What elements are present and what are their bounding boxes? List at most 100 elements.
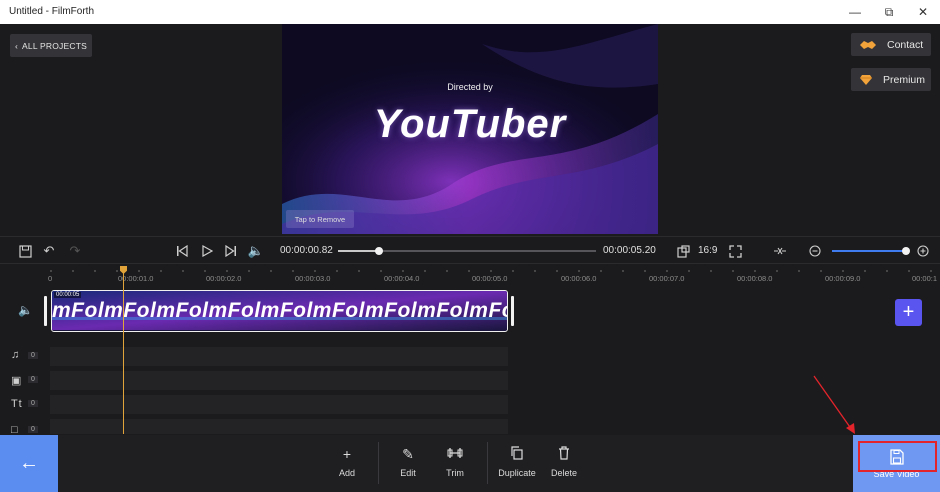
player-controls: ↶ ↷ 🔈 00:00:00.82 00:00:05.20 16:9 bbox=[0, 236, 940, 264]
split-icon[interactable] bbox=[771, 242, 789, 260]
handshake-icon bbox=[860, 40, 876, 49]
close-icon[interactable]: ✕ bbox=[906, 0, 940, 24]
ruler-tick bbox=[270, 270, 272, 272]
edit-icon: ✎ bbox=[402, 446, 414, 462]
add-button[interactable]: + Add bbox=[322, 446, 372, 486]
fullscreen-icon[interactable] bbox=[726, 242, 744, 260]
all-projects-label: ALL PROJECTS bbox=[22, 40, 87, 51]
directed-by-text: Directed by bbox=[447, 82, 493, 92]
duplicate-button[interactable]: Duplicate bbox=[492, 446, 542, 486]
ruler-label: 00:00:07.0 bbox=[649, 274, 685, 283]
ruler-tick bbox=[688, 270, 690, 272]
ruler-tick bbox=[776, 270, 778, 272]
clip-left-handle[interactable] bbox=[44, 296, 47, 326]
ruler-tick bbox=[72, 270, 74, 272]
save-icon[interactable] bbox=[16, 242, 34, 260]
ruler-tick bbox=[248, 270, 250, 272]
aspect-ratio[interactable]: 16:9 bbox=[698, 245, 717, 256]
preview-headline: YouTuber bbox=[373, 102, 567, 146]
ruler-tick bbox=[50, 270, 52, 272]
ruler-label: 00:00:03.0 bbox=[295, 274, 331, 283]
minimize-icon[interactable]: — bbox=[838, 0, 872, 24]
annotation-highlight-box bbox=[858, 441, 937, 472]
ruler-tick bbox=[380, 270, 382, 272]
window-title: Untitled - FilmForth bbox=[9, 6, 95, 17]
edit-label: Edit bbox=[400, 468, 416, 478]
zoom-slider[interactable] bbox=[832, 247, 910, 255]
clip-right-handle[interactable] bbox=[511, 296, 514, 326]
ruler-tick bbox=[204, 270, 206, 272]
track-volume-icon[interactable]: 🔈 bbox=[18, 303, 33, 317]
music-track[interactable] bbox=[50, 347, 508, 366]
ruler-tick bbox=[842, 270, 844, 272]
maximize-icon[interactable]: ⧉ bbox=[872, 0, 906, 24]
sticker-icon[interactable]: ▣ bbox=[11, 374, 21, 387]
ruler-tick bbox=[468, 270, 470, 272]
playhead-line[interactable] bbox=[123, 268, 124, 434]
ruler-tick bbox=[644, 270, 646, 272]
diamond-icon bbox=[860, 74, 872, 85]
undo-icon[interactable]: ↶ bbox=[40, 242, 58, 260]
premium-button[interactable]: Premium bbox=[851, 68, 931, 91]
timeline-ruler[interactable]: 0 00:00:01.0 00:00:02.0 00:00:03.0 00:00… bbox=[0, 265, 940, 287]
zoom-out-icon[interactable] bbox=[806, 242, 824, 260]
trim-label: Trim bbox=[446, 468, 464, 478]
all-projects-button[interactable]: ‹ ALL PROJECTS bbox=[10, 34, 92, 57]
text-track[interactable] bbox=[50, 395, 508, 414]
trash-icon bbox=[558, 446, 570, 464]
ruler-tick bbox=[512, 270, 514, 272]
filmforth-window: Untitled - FilmForth — ⧉ ✕ ‹ ALL PROJECT… bbox=[0, 0, 940, 492]
trim-button[interactable]: Trim bbox=[430, 446, 480, 486]
delete-button[interactable]: Delete bbox=[539, 446, 589, 486]
ruler-label: 00:00:05.0 bbox=[472, 274, 508, 283]
ruler-tick bbox=[534, 270, 536, 272]
redo-icon[interactable]: ↷ bbox=[66, 242, 84, 260]
premium-label: Premium bbox=[883, 73, 926, 86]
ruler-tick bbox=[182, 270, 184, 272]
text-icon[interactable]: T t bbox=[11, 398, 22, 410]
seek-slider[interactable] bbox=[338, 247, 596, 255]
add-clip-button[interactable]: + bbox=[895, 299, 922, 326]
ruler-tick bbox=[578, 270, 580, 272]
subtitle-track-count: 0 bbox=[28, 426, 38, 433]
video-clip[interactable]: mFolmFolmFolmFolmFolmFolmFolmFolmFolmFol… bbox=[51, 290, 508, 332]
video-preview[interactable]: Directed by YouTuber Tap to Remove bbox=[282, 24, 658, 234]
music-icon[interactable]: ♫ bbox=[11, 349, 19, 361]
toolbar-divider bbox=[487, 442, 488, 484]
sticker-track-count: 0 bbox=[28, 376, 38, 383]
crop-icon[interactable] bbox=[674, 242, 692, 260]
ruler-tick bbox=[358, 270, 360, 272]
zoom-in-icon[interactable] bbox=[914, 242, 932, 260]
ruler-tick bbox=[864, 270, 866, 272]
arrow-left-icon: ← bbox=[19, 452, 39, 474]
volume-icon[interactable]: 🔈 bbox=[247, 242, 265, 260]
annotation-arrow bbox=[813, 375, 855, 434]
zoom-handle[interactable] bbox=[902, 247, 910, 255]
total-time: 00:00:05.20 bbox=[603, 245, 656, 256]
ruler-tick bbox=[820, 270, 822, 272]
subtitle-track[interactable] bbox=[50, 419, 508, 434]
ruler-label: 00:00:06.0 bbox=[561, 274, 597, 283]
ruler-tick bbox=[710, 270, 712, 272]
chevron-left-icon: ‹ bbox=[15, 40, 19, 51]
ruler-tick bbox=[556, 270, 558, 272]
ruler-label: 0 bbox=[48, 274, 53, 283]
current-time: 00:00:00.82 bbox=[280, 245, 333, 256]
clip-title-overlay: mFolmFolmFolmFolmFolmFolmFolmFolmFolmFol… bbox=[52, 299, 507, 322]
ruler-tick bbox=[908, 270, 910, 272]
ruler-tick bbox=[336, 270, 338, 272]
back-button[interactable]: ← bbox=[0, 435, 58, 492]
skip-forward-icon[interactable] bbox=[222, 242, 240, 260]
sticker-track[interactable] bbox=[50, 371, 508, 390]
music-track-count: 0 bbox=[28, 352, 38, 359]
tap-to-remove-watermark[interactable]: Tap to Remove bbox=[286, 210, 354, 228]
seek-handle[interactable] bbox=[375, 247, 384, 255]
ruler-tick bbox=[622, 270, 624, 272]
ruler-tick bbox=[402, 270, 404, 272]
ruler-tick bbox=[138, 270, 140, 272]
trim-icon bbox=[447, 446, 463, 464]
skip-back-icon[interactable] bbox=[173, 242, 191, 260]
play-icon[interactable] bbox=[198, 242, 216, 260]
contact-button[interactable]: Contact bbox=[851, 33, 931, 56]
edit-button[interactable]: ✎ Edit bbox=[383, 446, 433, 486]
